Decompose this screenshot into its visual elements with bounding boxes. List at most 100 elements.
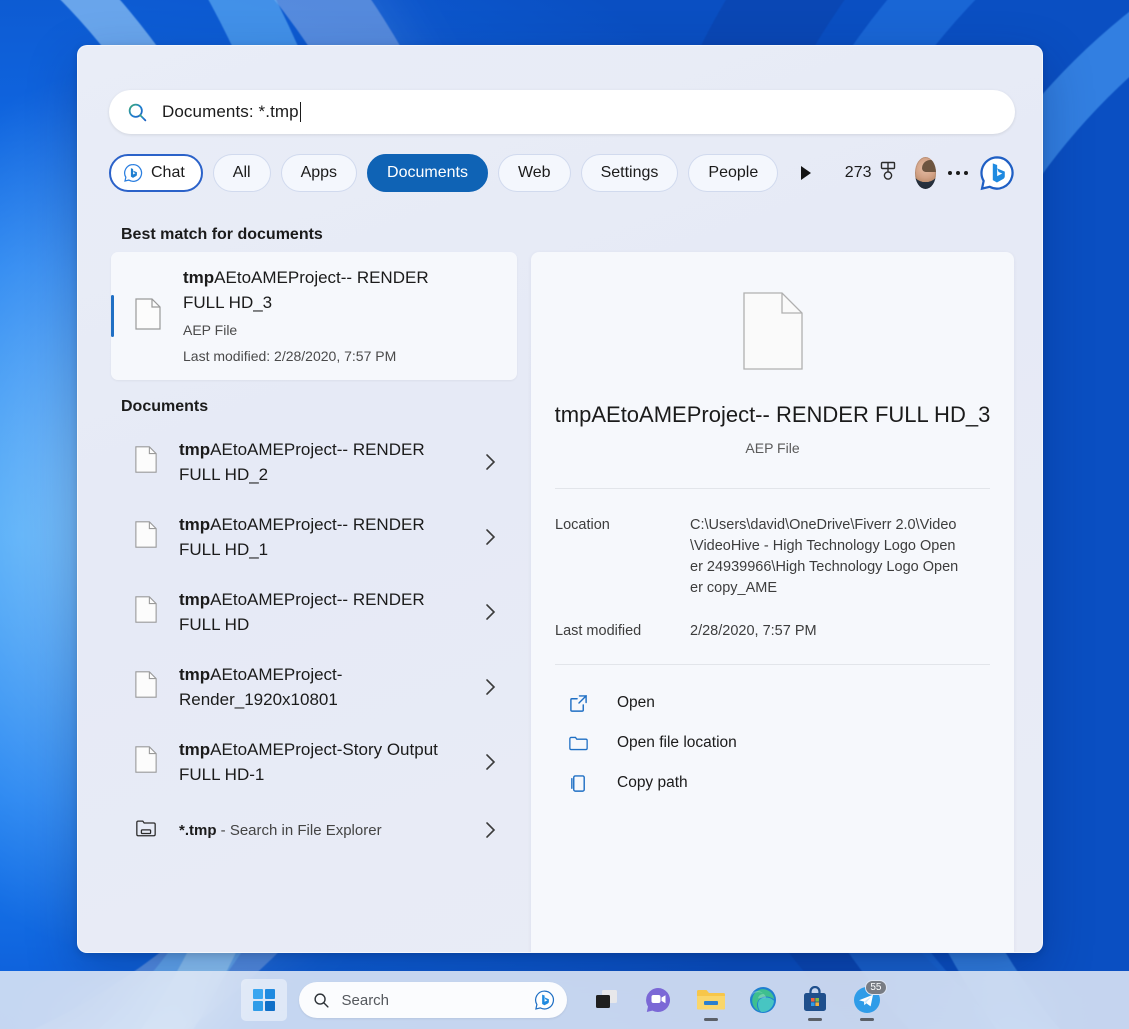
document-file-icon-large (743, 292, 803, 370)
running-indicator (860, 1018, 874, 1021)
best-match-modified: Last modified: 2/28/2020, 7:57 PM (183, 345, 441, 367)
tab-apps-label: Apps (301, 164, 337, 182)
search-query-text: Documents: *.tmp (162, 102, 299, 122)
text-caret (300, 102, 301, 122)
running-indicator (808, 1018, 822, 1021)
tab-chat[interactable]: Chat (109, 154, 203, 192)
windows-start-icon[interactable] (241, 979, 287, 1021)
document-file-icon (135, 596, 157, 628)
search-results-area: Best match for documents tmpAEtoAMEProje… (78, 208, 1042, 952)
tab-people-label: People (708, 164, 758, 182)
search-in-file-explorer-item[interactable]: *.tmp - Search in File Explorer (111, 799, 517, 861)
tab-documents-label: Documents (387, 164, 468, 182)
best-match-title: tmpAEtoAMEProject-- RENDER FULL HD_3 (183, 265, 441, 315)
metadata-row-location: Location C:\Users\david\OneDrive\Fiverr … (555, 515, 990, 599)
best-match-text: tmpAEtoAMEProject-- RENDER FULL HD_3 AEP… (183, 265, 457, 367)
taskbar-search-input[interactable]: Search (299, 982, 567, 1018)
taskbar-app-edge[interactable] (741, 978, 785, 1022)
documents-list: tmpAEtoAMEProject-- RENDER FULL HD_2 tmp… (78, 424, 531, 861)
tab-web[interactable]: Web (498, 154, 571, 192)
best-match-type: AEP File (183, 319, 441, 341)
selection-accent-bar (111, 295, 114, 337)
rewards-indicator[interactable]: 273 (845, 161, 897, 186)
list-item-label: tmpAEtoAMEProject-- RENDER FULL HD (179, 587, 441, 637)
results-list-pane: Best match for documents tmpAEtoAMEProje… (78, 208, 531, 952)
best-match-title-bold: tmp (183, 268, 214, 287)
avatar[interactable] (915, 157, 936, 189)
notification-badge: 55 (865, 980, 886, 995)
folder-icon (569, 734, 605, 753)
windows-search-panel: Documents: *.tmp Chat All Apps Documents… (77, 45, 1043, 953)
running-indicator (704, 1018, 718, 1021)
taskbar-app-task-view[interactable] (585, 978, 629, 1022)
list-item-label: tmpAEtoAMEProject-- RENDER FULL HD_2 (179, 437, 441, 487)
metadata-value: 2/28/2020, 7:57 PM (690, 621, 980, 642)
tab-all[interactable]: All (213, 154, 271, 192)
taskbar-app-microsoft-store[interactable] (793, 978, 837, 1022)
preview-subtitle: AEP File (531, 440, 1014, 456)
list-item-label: tmpAEtoAMEProject-- RENDER FULL HD_1 (179, 512, 441, 562)
action-open-file-location[interactable]: Open file location (555, 723, 990, 763)
documents-heading: Documents (121, 398, 531, 416)
action-open[interactable]: Open (555, 683, 990, 723)
metadata-value: C:\Users\david\OneDrive\Fiverr 2.0\Video… (690, 515, 980, 599)
tab-web-label: Web (518, 164, 551, 182)
file-metadata: Location C:\Users\david\OneDrive\Fiverr … (555, 515, 990, 642)
document-file-icon (135, 521, 157, 553)
divider (555, 664, 990, 665)
taskbar: Search (0, 971, 1129, 1029)
search-icon (127, 102, 148, 123)
copy-path-icon (569, 774, 605, 793)
file-preview-pane: tmpAEtoAMEProject-- RENDER FULL HD_3 AEP… (531, 252, 1014, 953)
metadata-row-modified: Last modified 2/28/2020, 7:57 PM (555, 621, 990, 642)
document-file-icon (135, 298, 161, 335)
tab-settings[interactable]: Settings (581, 154, 679, 192)
metadata-label: Last modified (555, 621, 690, 642)
file-actions: Open Open file location (555, 683, 990, 803)
list-item[interactable]: tmpAEtoAMEProject-- RENDER FULL HD (111, 574, 517, 649)
list-item-label: tmpAEtoAMEProject-Render_1920x10801 (179, 662, 441, 712)
explorer-item-label: *.tmp - Search in File Explorer (179, 818, 441, 843)
search-input[interactable]: Documents: *.tmp (109, 90, 1015, 134)
document-file-icon (135, 746, 157, 778)
medal-icon (879, 161, 897, 186)
chevron-right-icon[interactable] (485, 603, 497, 621)
best-match-heading: Best match for documents (121, 226, 531, 244)
list-item[interactable]: tmpAEtoAMEProject-Render_1920x10801 (111, 649, 517, 724)
list-item-label: tmpAEtoAMEProject-Story Output FULL HD-1 (179, 737, 441, 787)
metadata-label: Location (555, 515, 690, 599)
action-open-location-label: Open file location (617, 734, 737, 752)
action-copy-path-label: Copy path (617, 774, 688, 792)
chevron-right-icon[interactable] (485, 453, 497, 471)
tab-settings-label: Settings (601, 164, 659, 182)
chevron-right-icon[interactable] (485, 678, 497, 696)
taskbar-app-telegram[interactable]: 55 (845, 978, 889, 1022)
tab-documents[interactable]: Documents (367, 154, 488, 192)
chevron-right-icon[interactable] (485, 821, 497, 839)
taskbar-app-file-explorer[interactable] (689, 978, 733, 1022)
document-file-icon (135, 446, 157, 478)
taskbar-search-placeholder: Search (342, 992, 390, 1009)
tab-people[interactable]: People (688, 154, 778, 192)
open-external-icon (569, 694, 605, 713)
list-item[interactable]: tmpAEtoAMEProject-- RENDER FULL HD_1 (111, 499, 517, 574)
search-filter-tabs: Chat All Apps Documents Web Settings Peo… (109, 151, 1015, 195)
chevron-right-icon[interactable] (485, 753, 497, 771)
tab-all-label: All (233, 164, 251, 182)
list-item[interactable]: tmpAEtoAMEProject-Story Output FULL HD-1 (111, 724, 517, 799)
search-icon (313, 992, 330, 1009)
divider (555, 488, 990, 489)
document-file-icon (135, 671, 157, 703)
ellipsis-icon[interactable] (946, 154, 971, 192)
bing-chat-icon[interactable] (979, 155, 1015, 191)
action-copy-path[interactable]: Copy path (555, 763, 990, 803)
folder-search-icon (135, 817, 157, 844)
best-match-title-rest: AEtoAMEProject-- RENDER FULL HD_3 (183, 268, 429, 312)
tab-apps[interactable]: Apps (281, 154, 357, 192)
list-item[interactable]: tmpAEtoAMEProject-- RENDER FULL HD_2 (111, 424, 517, 499)
taskbar-app-chat[interactable] (637, 978, 681, 1022)
bing-chat-icon[interactable] (534, 990, 555, 1011)
play-arrow-icon[interactable] (794, 154, 817, 192)
chevron-right-icon[interactable] (485, 528, 497, 546)
best-match-item[interactable]: tmpAEtoAMEProject-- RENDER FULL HD_3 AEP… (111, 252, 517, 380)
